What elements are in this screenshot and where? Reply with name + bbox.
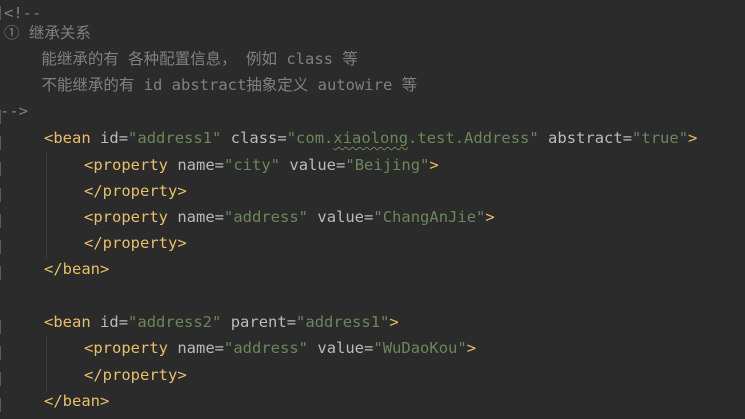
fold-marker[interactable] — [0, 240, 5, 254]
property-address-close: </property> — [84, 234, 187, 252]
attr-parent-value: "address1" — [296, 313, 390, 331]
property-tag: property — [93, 208, 168, 226]
attr-abstract: abstract — [548, 129, 623, 147]
attr-id-value: "address1" — [128, 129, 222, 147]
attr-abstract-value: "true" — [632, 129, 689, 147]
property-tag: property — [93, 156, 168, 174]
attr-name-value: "address" — [224, 208, 309, 226]
attr-value-value: "WuDaoKou" — [373, 339, 467, 357]
property-tag: property — [93, 339, 168, 357]
attr-name-value: "address" — [224, 339, 309, 357]
fold-marker[interactable] — [0, 372, 5, 386]
attr-parent: parent — [230, 313, 287, 331]
attr-name: name — [177, 156, 215, 174]
property-city-close: </property> — [84, 182, 187, 200]
fold-marker[interactable] — [0, 162, 5, 176]
attr-class: class — [230, 129, 278, 147]
bean-address1-close: </bean> — [44, 260, 110, 278]
bean-address1-open: <bean id="address1" class="com.xiaolong.… — [44, 129, 698, 147]
indent-guide — [46, 152, 47, 260]
property-tag: property — [102, 234, 178, 252]
comment-line-inheritable: 能继承的有 各种配置信息， 例如 class 等 — [4, 50, 358, 68]
attr-class-value-suffix: .test.Address" — [408, 129, 539, 147]
attr-id-value: "address2" — [128, 313, 222, 331]
property-address2-close: </property> — [84, 366, 187, 384]
fold-marker[interactable] — [0, 188, 5, 202]
attr-class-value-prefix: "com. — [286, 129, 334, 147]
comment-line-non-inheritable: 不能继承的有 id abstract抽象定义 autowire 等 — [4, 76, 418, 94]
fold-marker[interactable] — [0, 346, 5, 360]
fold-marker[interactable] — [0, 214, 5, 228]
bean-tag: bean — [62, 392, 100, 410]
attr-name: name — [177, 208, 215, 226]
property-city-open: <property name="city" value="Beijing"> — [84, 156, 439, 174]
fold-marker[interactable] — [0, 136, 5, 150]
attr-id: id — [100, 313, 119, 331]
attr-value-value: "ChangAnJie" — [373, 208, 486, 226]
fold-marker[interactable] — [0, 320, 5, 334]
property-address-open: <property name="address" value="ChangAnJ… — [84, 208, 495, 226]
code-editor[interactable]: <!-- ① 继承关系 能继承的有 各种配置信息， 例如 class 等 不能继… — [0, 0, 745, 419]
property-tag: property — [102, 182, 178, 200]
bean-tag: bean — [53, 129, 91, 147]
attr-class-value-typo: xiaolong — [333, 129, 409, 147]
comment-close: --> — [0, 102, 28, 120]
bean-address2-close: </bean> — [44, 392, 110, 410]
attr-id: id — [100, 129, 119, 147]
bean-tag: bean — [53, 313, 91, 331]
property-address2-open: <property name="address" value="WuDaoKou… — [84, 339, 477, 357]
attr-value-value: "Beijing" — [345, 156, 430, 174]
attr-name-value: "city" — [224, 156, 281, 174]
indent-guide — [46, 336, 47, 392]
attr-name: name — [177, 339, 215, 357]
attr-value: value — [289, 156, 337, 174]
fold-marker[interactable] — [0, 398, 5, 412]
fold-marker[interactable] — [0, 266, 5, 280]
attr-value: value — [317, 208, 365, 226]
bean-tag: bean — [62, 260, 100, 278]
attr-value: value — [317, 339, 365, 357]
property-tag: property — [102, 366, 178, 384]
bean-address2-open: <bean id="address2" parent="address1"> — [44, 313, 399, 331]
comment-line-inheritance: ① 继承关系 — [4, 24, 91, 42]
